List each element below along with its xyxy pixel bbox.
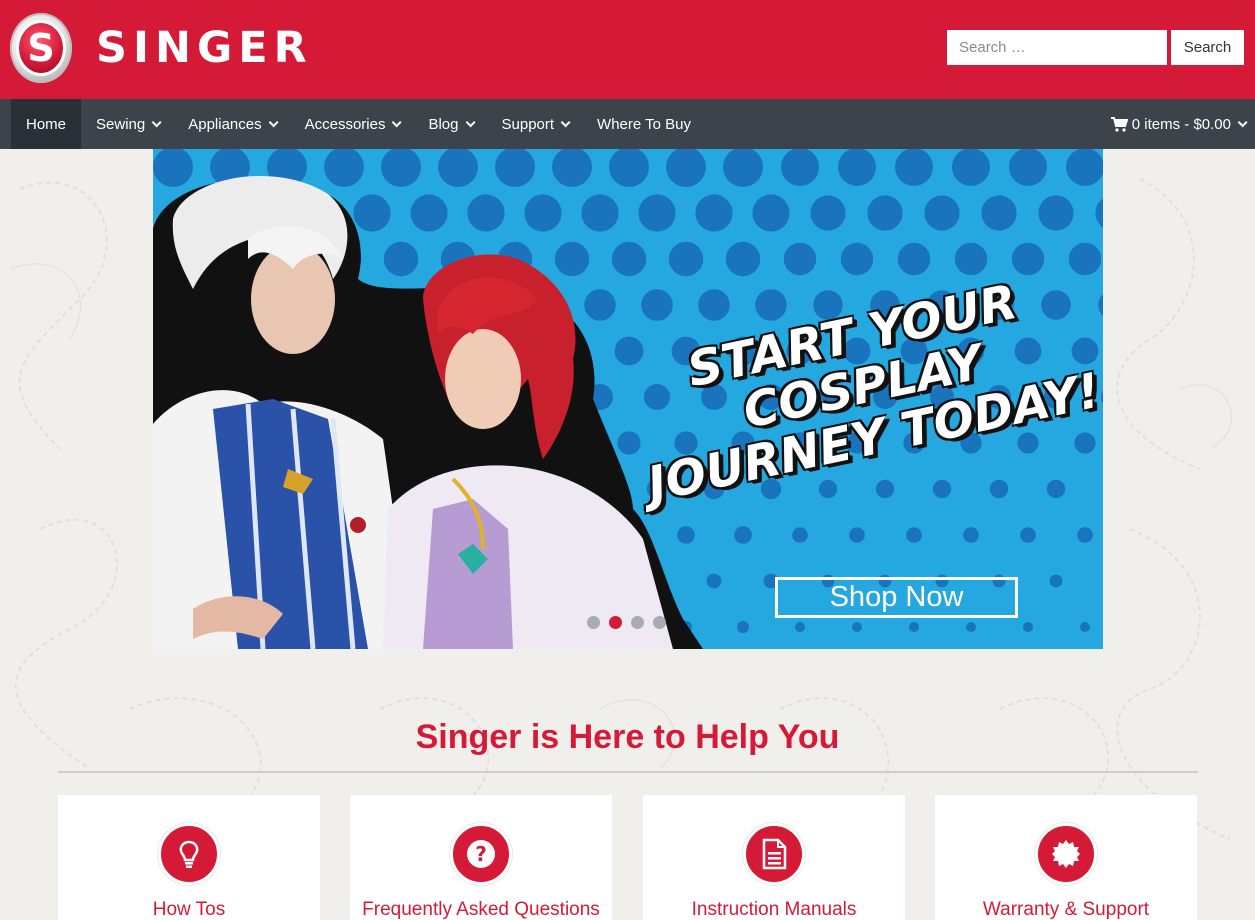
logo-letter: S [16,20,66,76]
nav-item-appliances[interactable]: Appliances [173,99,289,149]
shop-now-button[interactable]: Shop Now [775,577,1018,618]
search-button[interactable]: Search [1171,30,1244,65]
slider-dot[interactable] [587,616,600,629]
chevron-down-icon [268,116,279,127]
slider-pagination [587,616,666,629]
nav-item-sewing[interactable]: Sewing [81,99,173,149]
main-navigation: Home Sewing Appliances Accessories Blog … [0,99,1255,149]
slider-dot[interactable] [631,616,644,629]
badge-icon [1035,823,1097,885]
nav-item-label: Home [26,115,67,133]
help-card-faq[interactable]: ? Frequently Asked Questions [350,795,612,920]
nav-item-label: Sewing [96,115,146,133]
nav-item-accessories[interactable]: Accessories [290,99,414,149]
help-card-label: Frequently Asked Questions [362,899,600,920]
shopping-cart-icon [1110,116,1128,132]
chevron-down-icon [560,116,571,127]
help-section-heading: Singer is Here to Help You [415,718,840,756]
nav-item-support[interactable]: Support [487,99,583,149]
help-card-how-tos[interactable]: How Tos [58,795,320,920]
chevron-down-icon [465,116,476,127]
cart-summary[interactable]: 0 items - $0.00 [1110,99,1248,149]
help-card-warranty-support[interactable]: Warranty & Support [935,795,1197,920]
section-divider [58,771,1198,773]
nav-item-label: Where To Buy [597,115,691,133]
nav-item-blog[interactable]: Blog [413,99,486,149]
cart-label: 0 items - $0.00 [1131,115,1231,133]
hero-banner[interactable]: START YOUR COSPLAY JOURNEY TODAY! Shop N… [153,149,1103,649]
nav-item-label: Accessories [304,115,386,133]
nav-item-label: Appliances [188,115,262,133]
lightbulb-icon [158,823,220,885]
help-card-label: How Tos [152,899,226,920]
brand-wordmark: SINGER [96,23,313,73]
chevron-down-icon [1237,116,1248,127]
help-card-label: Instruction Manuals [691,899,857,920]
singer-logo[interactable]: S SINGER [10,13,313,83]
chevron-down-icon [151,116,162,127]
document-icon [743,823,805,885]
nav-item-label: Blog [428,115,459,133]
help-card-label: Warranty & Support [982,899,1150,920]
nav-item-home[interactable]: Home [11,99,82,149]
nav-item-where-to-buy[interactable]: Where To Buy [582,99,706,149]
help-card-instruction-manuals[interactable]: Instruction Manuals [643,795,905,920]
logo-badge-icon: S [10,13,72,83]
question-icon: ? [450,823,512,885]
svg-text:?: ? [475,842,487,866]
slider-dot[interactable] [653,616,666,629]
site-header: S SINGER Search [0,0,1255,99]
slider-dot[interactable] [609,616,622,629]
chevron-down-icon [392,116,403,127]
search-input[interactable] [947,30,1167,65]
nav-item-label: Support [501,115,555,133]
